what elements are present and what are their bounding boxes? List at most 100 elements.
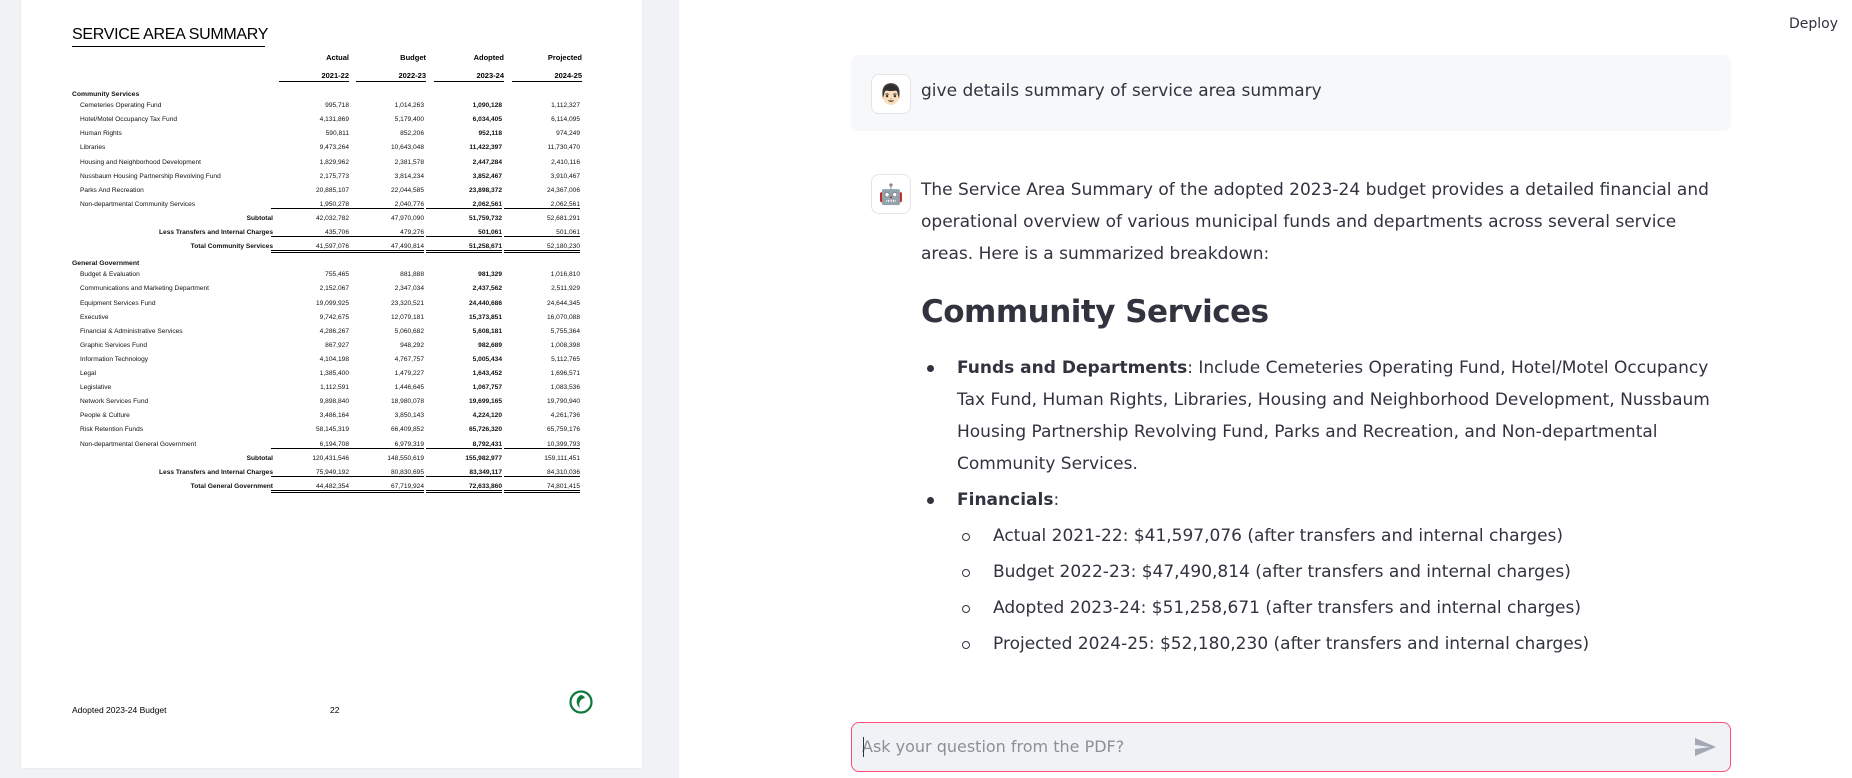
pdf-footer-label: Adopted 2023-24 Budget (72, 705, 167, 715)
pdf-subtotal-row: Subtotal 120,431,546 148,550,619 155,982,97… (72, 455, 612, 465)
pdf-cell: 1,083,536 (550, 384, 580, 392)
pdf-row-label: Legal (80, 370, 97, 377)
pdf-page: SERVICE AREA SUMMARY Actual 2021-22 Budget… (21, 0, 642, 768)
pdf-cell: 159,111,451 (544, 454, 580, 462)
pdf-cell: 47,490,814 (348, 243, 424, 254)
pdf-cell: 83,349,117 (426, 469, 502, 477)
pdf-row-label: Executive (80, 313, 109, 321)
user-message: 👨🏻 give details summary of service area … (851, 55, 1731, 131)
pdf-table-row: Cemeteries Operating Fund 995,718 1,014,26… (72, 102, 612, 112)
pdf-transfers-row: Less Transfers and Internal Charges 75,94… (72, 469, 612, 479)
pdf-cell: 1,385,400 (319, 370, 349, 377)
pdf-total-row: Total Community Services 41,597,076 47,490… (72, 243, 612, 254)
pdf-column-year: 2023-24 (476, 71, 504, 80)
pdf-column-year: 2021-22 (321, 71, 349, 80)
pdf-row-label: Nussbaum Housing Partnership Revolving F… (80, 172, 221, 180)
pdf-table-row: Information Technology 4,104,198 4,767,757… (72, 356, 612, 366)
pdf-cell: 47,970,090 (390, 214, 424, 222)
pdf-cell: 881,888 (400, 271, 424, 279)
pdf-cell: 24,367,006 (546, 186, 580, 194)
section-heading: Community Services (921, 294, 1269, 330)
pdf-row-label: Risk Retention Funds (80, 426, 144, 434)
pdf-cell: 51,759,732 (468, 214, 502, 222)
pdf-cell: 2,152,067 (319, 285, 349, 293)
pdf-cell: 9,473,264 (319, 144, 349, 152)
pdf-column-header: Projected (547, 53, 582, 62)
pdf-row-label: People & Culture (80, 412, 130, 420)
pdf-cell: 2,062,561 (504, 201, 580, 209)
pdf-cell: 3,850,143 (394, 412, 424, 420)
pdf-column-header: Actual (326, 53, 349, 62)
pdf-row-label: Non-departmental Community Services (80, 200, 196, 208)
pdf-cell: 1,479,227 (394, 370, 424, 377)
pdf-cell: 19,699,165 (468, 398, 502, 406)
pdf-cell: 2,410,116 (551, 158, 580, 166)
pdf-table-row: Nussbaum Housing Partnership Revolving F… (72, 173, 612, 183)
pdf-cell: 9,742,675 (319, 313, 349, 321)
financials-colon: : (1053, 490, 1060, 510)
pdf-cell: 84,310,036 (504, 469, 580, 477)
pdf-row-label: Community Services (72, 91, 140, 98)
pdf-cell: 80,830,695 (348, 469, 424, 477)
pdf-column-header: Budget (400, 53, 426, 62)
pdf-table-row: Executive 9,742,675 12,079,181 15,373,851 16… (72, 314, 612, 324)
send-icon[interactable] (1692, 735, 1718, 759)
pdf-cell: 23,898,372 (468, 186, 502, 194)
pdf-table-row: Equipment Services Fund 19,099,925 23,320,… (72, 300, 612, 310)
pdf-cell: 67,719,924 (348, 483, 424, 493)
pdf-cell: 2,175,773 (319, 172, 349, 180)
pdf-cell: 19,790,940 (546, 398, 580, 406)
pdf-cell: 1,950,278 (271, 201, 349, 209)
pdf-cell: 867,927 (325, 341, 349, 349)
pdf-table-row: Non-departmental General Government 6,194… (72, 441, 612, 451)
deploy-button[interactable]: Deploy (1789, 16, 1838, 32)
assistant-message-body: The Service Area Summary of the adopted … (921, 174, 1721, 664)
pdf-cell: 42,032,782 (315, 214, 349, 222)
pdf-cell: 501,061 (504, 229, 580, 237)
pdf-viewer-pane[interactable]: SERVICE AREA SUMMARY Actual 2021-22 Budget… (0, 0, 679, 778)
pdf-cell: 11,422,397 (469, 144, 502, 152)
pdf-row-label: Equipment Services Fund (80, 299, 156, 307)
pdf-cell: 65,759,176 (546, 426, 580, 434)
pdf-column-rule (512, 81, 582, 82)
pdf-row-label: Subtotal (246, 214, 273, 222)
pdf-cell: 22,044,585 (390, 186, 424, 194)
pdf-row-label: Parks And Recreation (80, 186, 144, 194)
pdf-row-label: Total Community Services (190, 243, 273, 251)
pdf-cell: 6,114,095 (551, 116, 580, 124)
pdf-cell: 9,898,840 (319, 398, 349, 406)
pdf-cell: 5,112,765 (551, 355, 580, 363)
pdf-column-header: Adopted (473, 53, 504, 62)
pdf-column-year: 2024-25 (554, 71, 582, 80)
pdf-cell: 974,249 (556, 130, 580, 138)
pdf-cell: 6,034,405 (472, 116, 502, 124)
pdf-cell: 2,437,562 (472, 285, 502, 293)
pdf-table-row: Non-departmental Community Services 1,950… (72, 201, 612, 211)
pdf-page-number: 22 (330, 705, 340, 715)
chat-input[interactable] (862, 723, 1662, 770)
pdf-title: SERVICE AREA SUMMARY (72, 26, 268, 47)
pdf-cell: 1,643,452 (472, 370, 502, 377)
pdf-cell: 5,755,364 (550, 327, 580, 335)
pdf-table-row: Network Services Fund 9,898,840 18,980,078… (72, 398, 612, 408)
pdf-cell: 4,286,267 (319, 327, 349, 335)
pdf-cell: 479,276 (348, 229, 424, 237)
pdf-cell: 2,511,929 (551, 285, 580, 293)
pdf-table-row: Risk Retention Funds 58,145,319 66,409,852… (72, 426, 612, 436)
pdf-row-label: Cemeteries Operating Fund (80, 102, 162, 110)
pdf-cell: 3,486,164 (319, 412, 349, 420)
pdf-cell: 952,118 (478, 130, 502, 138)
pdf-table-row: Budget & Evaluation 755,465 881,888 981,329… (72, 271, 612, 281)
financial-item: Budget 2022-23: $47,490,814 (after trans… (957, 556, 1721, 588)
pdf-row-label: Human Rights (80, 130, 122, 138)
pdf-cell: 10,399,793 (504, 441, 580, 449)
pdf-cell: 982,689 (478, 341, 502, 349)
pdf-cell: 24,644,345 (546, 299, 580, 307)
city-logo-icon (569, 690, 593, 714)
pdf-row-label: Information Technology (80, 355, 149, 363)
summary-list: Funds and Departments: Include Cemeterie… (921, 352, 1721, 660)
pdf-cell: 501,061 (426, 229, 502, 237)
pdf-cell: 852,206 (400, 130, 424, 138)
pdf-cell: 19,099,925 (315, 299, 349, 307)
pdf-cell: 5,179,400 (394, 116, 424, 124)
